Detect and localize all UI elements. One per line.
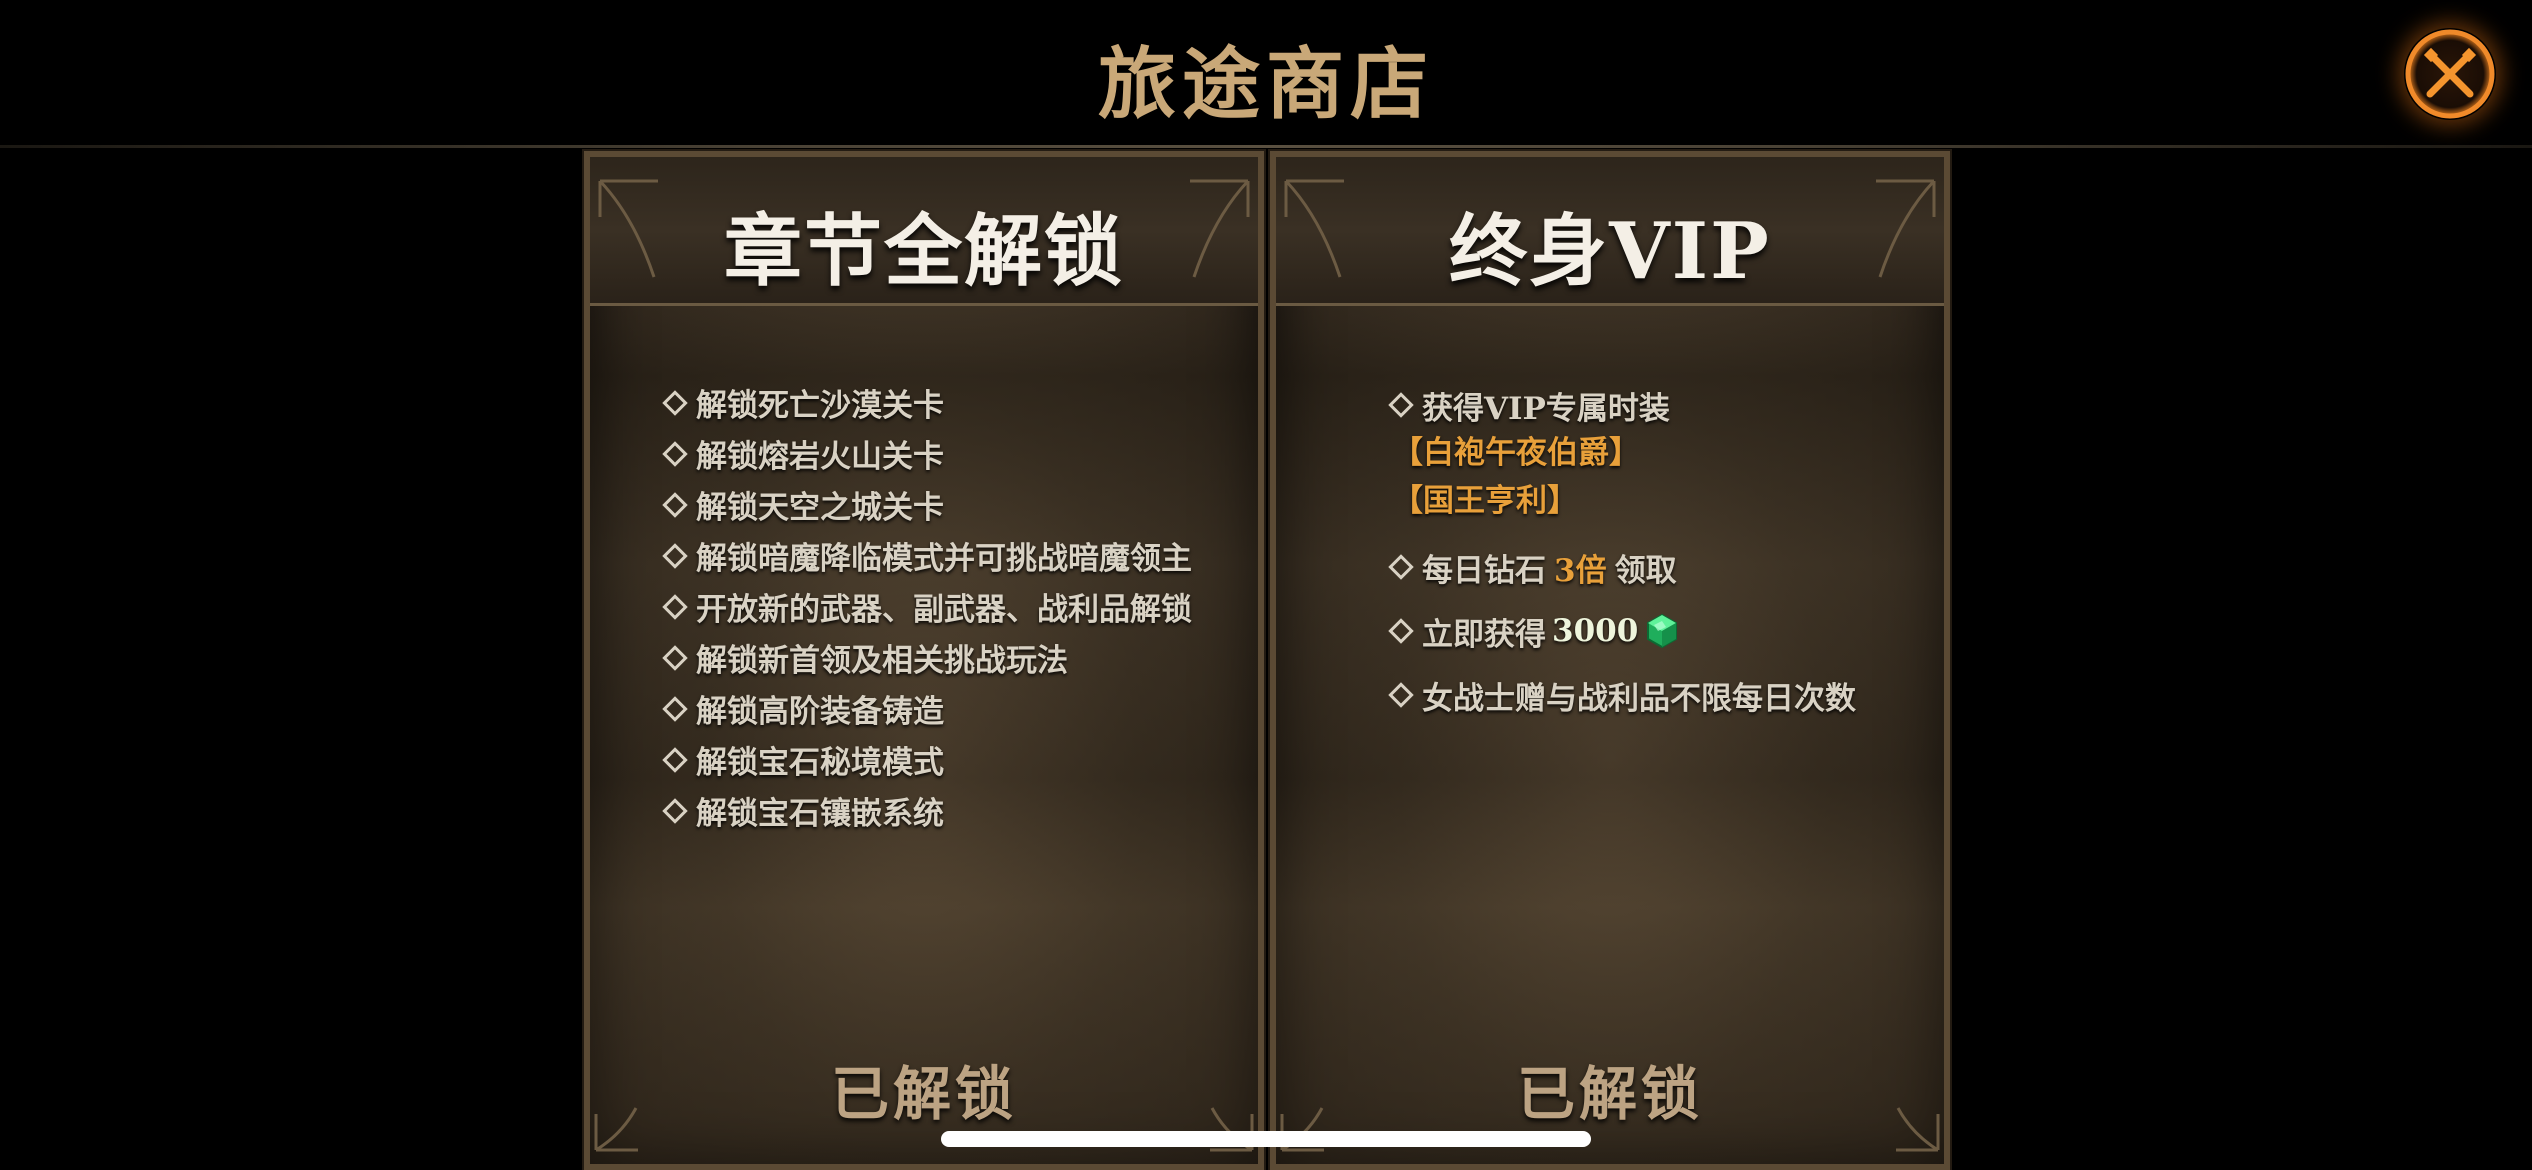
outfit-name: 【国王亨利】 (1392, 483, 1578, 519)
daily-multiplier: 3倍 (1554, 552, 1607, 589)
panel-header: 章节全解锁 (590, 157, 1258, 306)
diamond-bullet-icon (662, 542, 688, 569)
panel-title: 终身VIP (1449, 206, 1771, 297)
close-button[interactable] (2404, 28, 2496, 120)
diamond-bullet-icon (1388, 554, 1414, 580)
list-item: 解锁宝石秘境模式 (660, 734, 1192, 785)
diamond-bullet-icon (1388, 682, 1414, 708)
diamond-bullet-icon (662, 491, 688, 518)
diamond-bullet-icon (662, 593, 688, 620)
frame-corner-ornament (594, 1107, 638, 1152)
diamond-bullet-icon (662, 389, 688, 416)
unlocked-status: 已解锁 (830, 1060, 1017, 1128)
diamond-bullet-icon (662, 746, 688, 773)
feature-list: 解锁死亡沙漠关卡 解锁熔岩火山关卡 解锁天空之城关卡 解锁暗魔降临模式并可挑战暗… (660, 377, 1192, 836)
list-item: 解锁宝石镶嵌系统 (660, 785, 1192, 836)
outfit-name: 【白袍午夜伯爵】 (1392, 435, 1640, 471)
diamond-bullet-icon (1388, 618, 1414, 644)
unlocked-status: 已解锁 (1516, 1060, 1703, 1128)
frame-corner-ornament (1896, 1107, 1940, 1152)
list-item: 解锁熔岩火山关卡 (660, 428, 1192, 479)
diamond-bullet-icon (662, 695, 688, 722)
list-item: 解锁新首领及相关挑战玩法 (660, 632, 1192, 683)
list-item: 女战士赠与战利品不限每日次数 (1386, 663, 1856, 727)
list-item: 立即获得 3000 (1386, 599, 1856, 663)
list-item: 解锁天空之城关卡 (660, 479, 1192, 530)
list-item: 解锁暗魔降临模式并可挑战暗魔领主 (660, 530, 1192, 581)
list-item: 开放新的武器、副武器、战利品解锁 (660, 581, 1192, 632)
diamond-bullet-icon (662, 440, 688, 467)
close-icon (2405, 29, 2495, 119)
panel-title: 章节全解锁 (723, 206, 1124, 297)
diamond-bullet-icon (662, 644, 688, 671)
vip-benefit-list: 获得VIP专属时装 【白袍午夜伯爵】 【国王亨利】 每日钻石 3倍 领取 立即获… (1386, 381, 1856, 727)
panel-header: 终身VIP (1276, 157, 1944, 306)
list-item: 解锁死亡沙漠关卡 (660, 377, 1192, 428)
travel-shop-screen: 旅途商店 章节全解锁 解锁死亡沙漠关卡 解锁熔岩火山关卡 解锁天空之城关卡 解锁… (0, 0, 2532, 1170)
gem-icon (1647, 613, 1678, 649)
diamond-bullet-icon (662, 797, 688, 824)
page-title: 旅途商店 (1097, 39, 1434, 130)
lifetime-vip-panel[interactable]: 终身VIP 获得VIP专属时装 【白袍午夜伯爵】 【国王亨利】 每日钻石 3倍 … (1268, 149, 1952, 1170)
list-item: 每日钻石 3倍 领取 (1386, 535, 1856, 599)
home-indicator[interactable] (941, 1131, 1591, 1147)
diamond-bullet-icon (1388, 392, 1414, 418)
list-item: 解锁高阶装备铸造 (660, 683, 1192, 734)
header-divider (0, 145, 2532, 148)
gem-amount: 3000 (1552, 613, 1639, 649)
chapter-unlock-panel[interactable]: 章节全解锁 解锁死亡沙漠关卡 解锁熔岩火山关卡 解锁天空之城关卡 解锁暗魔降临模… (582, 149, 1266, 1170)
list-item: 获得VIP专属时装 (1386, 381, 1856, 429)
